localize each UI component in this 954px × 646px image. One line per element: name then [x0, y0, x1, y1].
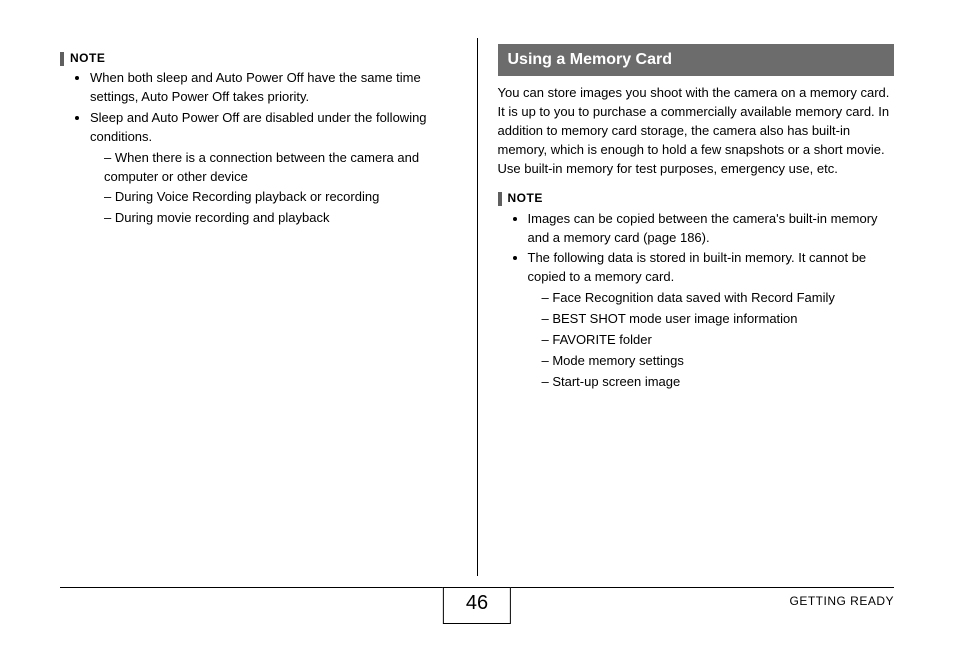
bullet-text: The following data is stored in built-in…	[528, 250, 867, 284]
right-bullet-list: Images can be copied between the camera'…	[498, 210, 895, 392]
note-heading: NOTE	[60, 50, 461, 67]
left-column: NOTE When both sleep and Auto Power Off …	[60, 38, 477, 576]
right-note-block: NOTE Images can be copied between the ca…	[498, 190, 895, 391]
dash-text: Start-up screen image	[552, 374, 680, 389]
list-item: FAVORITE folder	[542, 331, 895, 350]
list-item: During movie recording and playback	[104, 209, 461, 228]
dash-text: Face Recognition data saved with Record …	[552, 290, 835, 305]
footer-section-label: GETTING READY	[789, 594, 894, 608]
list-item: Mode memory settings	[542, 352, 895, 371]
left-dash-list: When there is a connection between the c…	[90, 149, 461, 228]
dash-text: BEST SHOT mode user image information	[552, 311, 797, 326]
dash-text: During movie recording and playback	[115, 210, 330, 225]
bullet-text: When both sleep and Auto Power Off have …	[90, 70, 421, 104]
list-item: When there is a connection between the c…	[104, 149, 461, 187]
note-heading: NOTE	[498, 190, 895, 207]
list-item: The following data is stored in built-in…	[528, 249, 895, 391]
list-item: During Voice Recording playback or recor…	[104, 188, 461, 207]
list-item: Face Recognition data saved with Record …	[542, 289, 895, 308]
section-title: Using a Memory Card	[498, 44, 895, 76]
left-note-block: NOTE When both sleep and Auto Power Off …	[60, 50, 461, 228]
list-item: Start-up screen image	[542, 373, 895, 392]
page-footer: 46 GETTING READY	[60, 587, 894, 628]
note-label: NOTE	[70, 50, 105, 67]
list-item: BEST SHOT mode user image information	[542, 310, 895, 329]
page-number: 46	[443, 587, 511, 624]
dash-text: Mode memory settings	[552, 353, 684, 368]
bullet-text: Sleep and Auto Power Off are disabled un…	[90, 110, 427, 144]
content-columns: NOTE When both sleep and Auto Power Off …	[60, 38, 894, 576]
note-bar-icon	[498, 192, 502, 206]
bullet-text: Images can be copied between the camera'…	[528, 211, 878, 245]
dash-text: FAVORITE folder	[552, 332, 651, 347]
dash-text: During Voice Recording playback or recor…	[115, 189, 379, 204]
note-label: NOTE	[508, 190, 543, 207]
list-item: Images can be copied between the camera'…	[528, 210, 895, 248]
dash-text: When there is a connection between the c…	[104, 150, 419, 184]
right-dash-list: Face Recognition data saved with Record …	[528, 289, 895, 391]
manual-page: NOTE When both sleep and Auto Power Off …	[0, 0, 954, 646]
left-bullet-list: When both sleep and Auto Power Off have …	[60, 69, 461, 228]
intro-paragraph: You can store images you shoot with the …	[498, 84, 895, 178]
right-column: Using a Memory Card You can store images…	[478, 38, 895, 576]
list-item: When both sleep and Auto Power Off have …	[90, 69, 461, 107]
list-item: Sleep and Auto Power Off are disabled un…	[90, 109, 461, 228]
note-bar-icon	[60, 52, 64, 66]
